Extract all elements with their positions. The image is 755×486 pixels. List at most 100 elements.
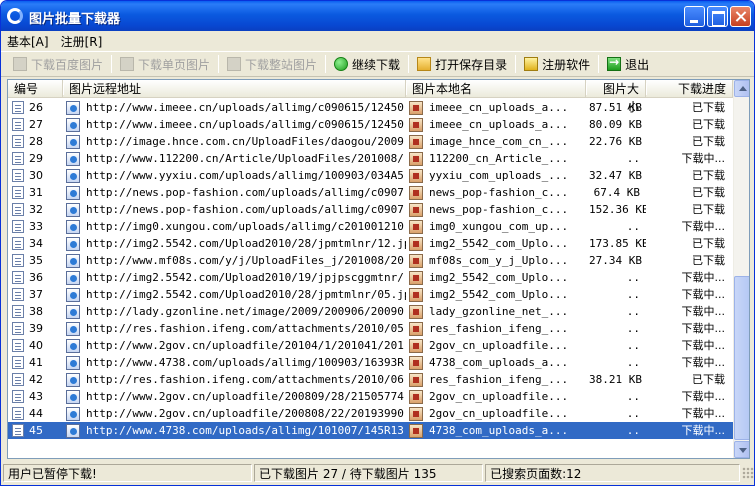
document-icon	[12, 220, 24, 233]
maximize-button[interactable]	[707, 6, 728, 27]
table-row[interactable]: 28 http://image.hnce.com.cn/UploadFiles/d…	[8, 133, 733, 150]
header-progress[interactable]: 下载进度	[646, 80, 734, 98]
vertical-scrollbar[interactable]	[733, 80, 749, 458]
continue-download-button[interactable]: 继续下载	[328, 53, 406, 75]
open-folder-button[interactable]: 打开保存目录	[411, 53, 513, 75]
row-local-cell: 4738_com_uploads_a...	[406, 422, 586, 439]
minimize-button[interactable]	[684, 6, 705, 27]
table-row[interactable]: 40 http://www.2gov.cn/uploadfile/20104/1/…	[8, 337, 733, 354]
download-baidu-label: 下载百度图片	[31, 57, 104, 72]
table-row[interactable]: 45 http://www.4738.com/uploads/allimg/101…	[8, 422, 733, 439]
exit-button[interactable]: 退出	[601, 53, 655, 75]
row-url-cell: http://www.2gov.cn/uploadfile/200808/22/…	[63, 405, 406, 422]
row-id: 35	[29, 254, 43, 267]
header-size[interactable]: 图片大小	[586, 80, 647, 114]
row-size: ..	[626, 356, 640, 369]
row-id-cell: 39	[8, 320, 63, 337]
row-local-cell: image_hnce_com_cn_...	[406, 133, 586, 150]
table-row[interactable]: 42 http://res.fashion.ifeng.com/attachmen…	[8, 371, 733, 388]
table-row[interactable]: 43 http://www.2gov.cn/uploadfile/200809/2…	[8, 388, 733, 405]
table-row[interactable]: 27 http://www.imeee.cn/uploads/allimg/c09…	[8, 116, 733, 133]
row-local-cell: imeee_cn_uploads_a...	[406, 99, 586, 116]
row-size: 38.21 KB	[589, 373, 642, 386]
row-local-cell: img2_5542_com_Uplo...	[406, 235, 586, 252]
open-folder-label: 打开保存目录	[435, 57, 508, 72]
row-local-name: img0_xungou_com_up...	[429, 220, 569, 233]
row-id: 44	[29, 407, 43, 420]
row-url: http://news.pop-fashion.com/uploads/alli…	[86, 203, 406, 216]
header-remote-url[interactable]: 图片远程地址	[63, 80, 407, 98]
menu-basic[interactable]: 基本[A]	[7, 33, 49, 50]
row-url-cell: http://news.pop-fashion.com/uploads/alli…	[63, 201, 406, 218]
table-row[interactable]: 26 http://www.imeee.cn/uploads/allimg/c09…	[8, 99, 733, 116]
row-size: 87.51 KB	[589, 101, 642, 114]
image-file-icon	[409, 287, 423, 302]
document-icon	[12, 356, 24, 369]
scroll-down-button[interactable]	[734, 441, 749, 458]
exit-label: 退出	[625, 57, 650, 72]
table-row[interactable]: 34 http://img2.5542.com/Upload2010/28/jpm…	[8, 235, 733, 252]
table-row[interactable]: 44 http://www.2gov.cn/uploadfile/200808/2…	[8, 405, 733, 422]
table-row[interactable]: 35 http://www.mf08s.com/y/j/UploadFiles_j…	[8, 252, 733, 269]
download-baidu-button[interactable]: 下载百度图片	[7, 53, 109, 75]
row-size: ..	[626, 271, 640, 284]
web-page-icon	[66, 151, 80, 166]
site-icon	[227, 57, 242, 71]
table-row[interactable]: 32 http://news.pop-fashion.com/uploads/al…	[8, 201, 733, 218]
row-local-cell: 2gov_cn_uploadfile...	[406, 337, 586, 354]
close-button[interactable]	[730, 6, 751, 27]
register-label: 注册软件	[542, 57, 591, 72]
scroll-thumb[interactable]	[734, 276, 749, 440]
row-size: ..	[626, 424, 640, 437]
row-id: 38	[29, 305, 43, 318]
row-url-cell: http://www.mf08s.com/y/j/UploadFiles_j/2…	[63, 252, 406, 269]
row-url-cell: http://www.112200.cn/Article/UploadFiles…	[63, 150, 406, 167]
table-row[interactable]: 33 http://img0.xungou.com/uploads/allimg/…	[8, 218, 733, 235]
table-row[interactable]: 29 http://www.112200.cn/Article/UploadFil…	[8, 150, 733, 167]
row-url: http://www.yyxiu.com/uploads/allimg/1009…	[86, 169, 406, 182]
row-url-cell: http://www.4738.com/uploads/allimg/10090…	[63, 354, 406, 371]
row-url: http://www.4738.com/uploads/allimg/10100…	[86, 424, 406, 437]
row-size: ..	[626, 305, 640, 318]
table-row[interactable]: 41 http://www.4738.com/uploads/allimg/100…	[8, 354, 733, 371]
download-list[interactable]: 编号 图片远程地址 图片本地名 图片大小 下载进度 26 http://www.i…	[7, 79, 750, 459]
document-icon	[12, 118, 24, 131]
row-id-cell: 33	[8, 218, 63, 235]
register-button[interactable]: 注册软件	[518, 53, 596, 75]
row-url: http://image.hnce.com.cn/UploadFiles/dao…	[86, 135, 406, 148]
row-status: 已下载	[692, 169, 725, 182]
list-header: 编号 图片远程地址 图片本地名 图片大小 下载进度	[8, 80, 734, 114]
scroll-up-button[interactable]	[734, 80, 749, 97]
exit-icon	[607, 55, 622, 71]
row-id: 40	[29, 339, 43, 352]
row-id: 42	[29, 373, 43, 386]
row-local-name: 2gov_cn_uploadfile...	[429, 390, 569, 403]
row-id: 30	[29, 169, 43, 182]
row-url: http://www.2gov.cn/uploadfile/20104/1/20…	[86, 339, 406, 352]
table-row[interactable]: 39 http://res.fashion.ifeng.com/attachmen…	[8, 320, 733, 337]
row-url-cell: http://res.fashion.ifeng.com/attachments…	[63, 320, 406, 337]
header-id[interactable]: 编号	[8, 80, 64, 98]
download-whole-site-button[interactable]: 下载整站图片	[221, 53, 323, 75]
image-file-icon	[409, 134, 423, 149]
image-file-icon	[409, 372, 423, 387]
document-icon	[12, 254, 24, 267]
table-row[interactable]: 31 http://news.pop-fashion.com/uploads/al…	[8, 184, 733, 201]
row-id-cell: 44	[8, 405, 63, 422]
download-single-page-button[interactable]: 下载单页图片	[114, 53, 216, 75]
toolbar: 下载百度图片 下载单页图片 下载整站图片 继续下载 打开保存目录 注册软件 → …	[1, 51, 754, 77]
table-row[interactable]: 30 http://www.yyxiu.com/uploads/allimg/10…	[8, 167, 733, 184]
row-status: 已下载	[692, 186, 725, 199]
header-local-name[interactable]: 图片本地名	[406, 80, 587, 98]
web-page-icon	[66, 406, 80, 421]
table-row[interactable]: 38 http://lady.gzonline.net/image/2009/20…	[8, 303, 733, 320]
table-row[interactable]: 36 http://img2.5542.com/Upload2010/19/jpj…	[8, 269, 733, 286]
row-url: http://img2.5542.com/Upload2010/28/jpmtm…	[86, 288, 406, 301]
resize-grip[interactable]	[742, 467, 754, 479]
row-local-cell: news_pop-fashion_c...	[406, 184, 586, 201]
menu-register[interactable]: 注册[R]	[61, 33, 103, 50]
row-local-cell: 4738_com_uploads_a...	[406, 354, 586, 371]
table-row[interactable]: 37 http://img2.5542.com/Upload2010/28/jpm…	[8, 286, 733, 303]
row-status: 已下载	[692, 135, 725, 148]
title-bar[interactable]: 图片批量下载器	[1, 1, 754, 31]
